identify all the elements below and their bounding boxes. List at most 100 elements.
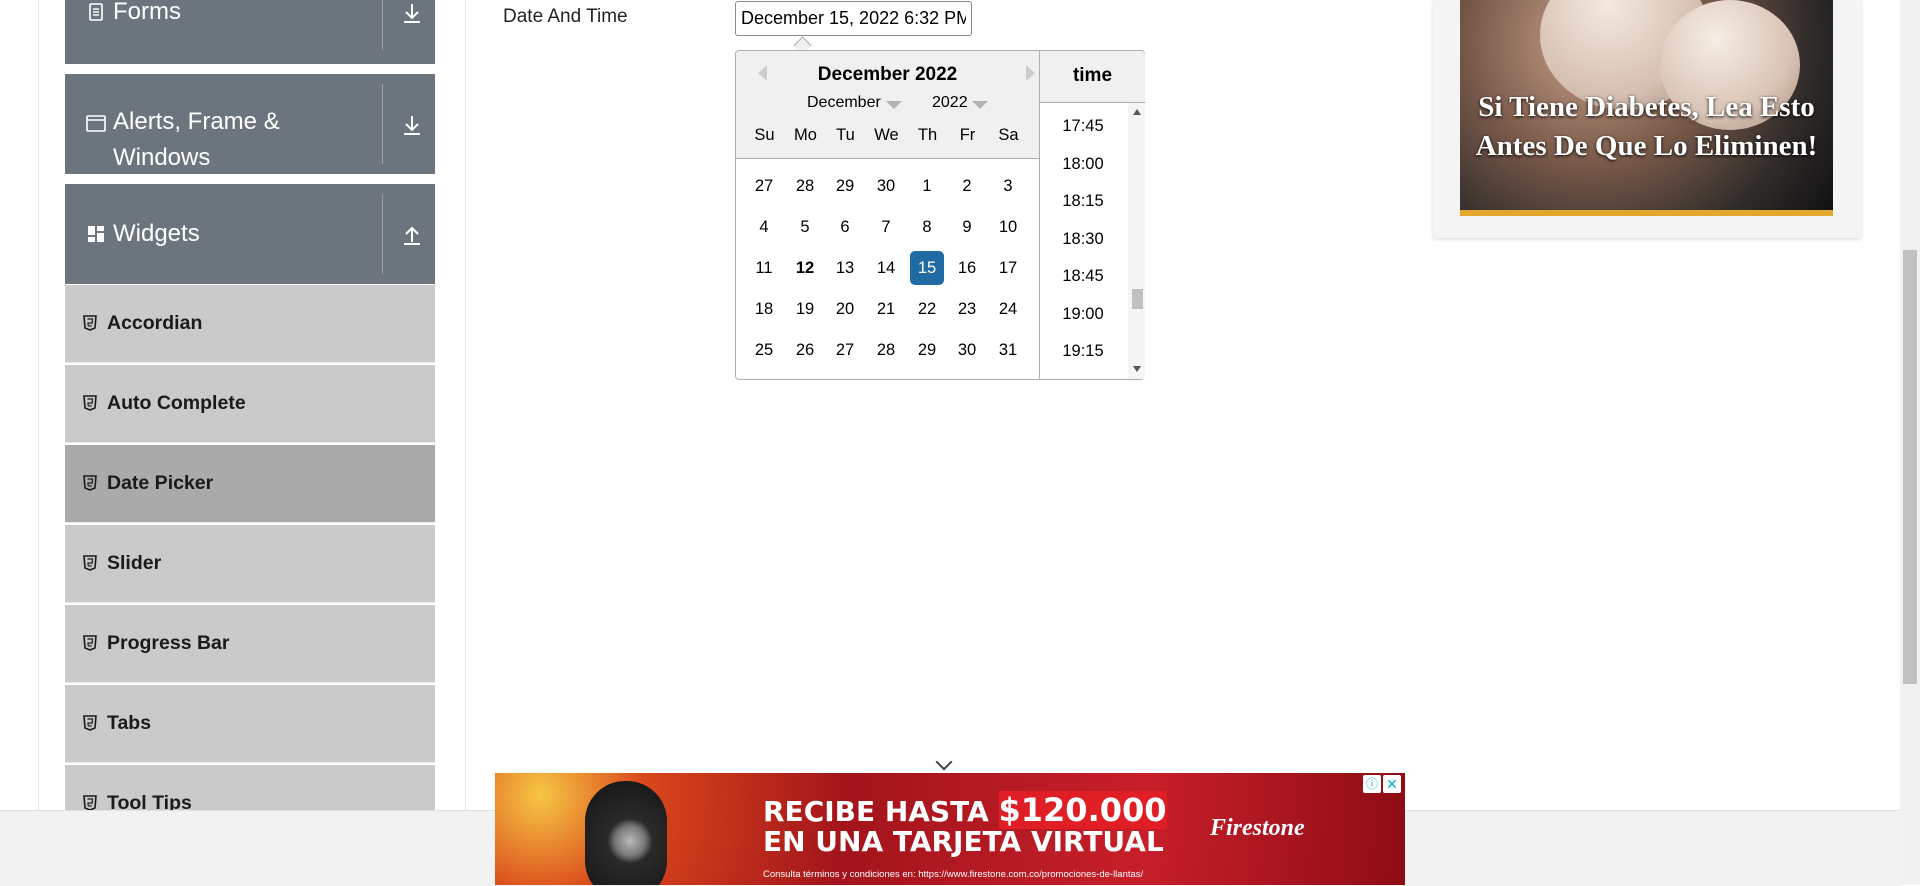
calendar-day[interactable]: 11 (747, 251, 781, 285)
year-select[interactable]: 2022 (932, 94, 968, 112)
sidebar-group-label: Forms (113, 0, 181, 25)
calendar-day[interactable]: 19 (788, 292, 822, 326)
sidebar-item-tabs[interactable]: Tabs (65, 685, 435, 763)
sidebar-item-accordian[interactable]: Accordian (65, 285, 435, 363)
calendar-day[interactable]: 8 (910, 210, 944, 244)
time-option[interactable]: 18:15 (1040, 192, 1126, 211)
scroll-up-icon[interactable] (1132, 108, 1142, 116)
bottom-advertisement[interactable]: RECIBE HASTA $120.000 EN UNA TARJETA VIR… (495, 773, 1405, 885)
time-option[interactable]: 19:00 (1040, 305, 1126, 324)
sidebar-item-slider[interactable]: Slider (65, 525, 435, 603)
calendar-day[interactable]: 24 (991, 292, 1025, 326)
sidebar-item-progress-bar[interactable]: Progress Bar (65, 605, 435, 683)
chevron-down-icon[interactable] (886, 101, 902, 109)
weekday-header: Sa (998, 126, 1019, 144)
calendar-day[interactable]: 5 (788, 210, 822, 244)
html5-icon (83, 555, 97, 571)
calendar-day[interactable]: 23 (950, 292, 984, 326)
calendar-day[interactable]: 28 (869, 333, 903, 367)
date-time-label: Date And Time (503, 6, 628, 27)
html5-icon (83, 795, 97, 811)
html5-icon (83, 475, 97, 491)
download-icon[interactable] (397, 0, 427, 28)
calendar-day[interactable]: 27 (747, 169, 781, 203)
ad-accent-bar (1460, 210, 1833, 216)
weekday-header: We (874, 126, 899, 144)
calendar-day[interactable]: 29 (828, 169, 862, 203)
date-time-input[interactable] (735, 1, 972, 36)
divider (382, 84, 383, 164)
sidebar-group-label: Widgets (113, 220, 200, 247)
calendar-day[interactable]: 7 (869, 210, 903, 244)
calendar-day[interactable]: 22 (910, 292, 944, 326)
page-scrollbar[interactable] (1900, 0, 1920, 885)
calendar-day[interactable]: 25 (747, 333, 781, 367)
time-option[interactable]: 17:45 (1040, 117, 1126, 136)
sidebar-group-forms[interactable]: Forms (65, 0, 435, 64)
calendar-day[interactable]: 29 (910, 333, 944, 367)
next-month-icon[interactable] (1026, 65, 1035, 81)
calendar-day[interactable]: 27 (828, 333, 862, 367)
time-option[interactable]: 19:15 (1040, 342, 1126, 361)
info-icon[interactable]: ⓘ (1363, 775, 1381, 793)
calendar-header: December 2022 December 2022 Su Mo Tu We … (736, 51, 1039, 159)
time-option[interactable]: 18:45 (1040, 267, 1126, 286)
calendar-day[interactable]: 28 (788, 169, 822, 203)
tire-image (585, 781, 667, 885)
calendar-day[interactable]: 18 (747, 292, 781, 326)
date-time-picker: December 2022 December 2022 Su Mo Tu We … (735, 50, 1145, 380)
scrollbar-thumb[interactable] (1132, 289, 1143, 309)
calendar-day[interactable]: 1 (910, 169, 944, 203)
html5-icon (83, 715, 97, 731)
calendar-day[interactable]: 13 (828, 251, 862, 285)
ad-amount: $120.000 (998, 791, 1167, 829)
calendar-day[interactable]: 10 (991, 210, 1025, 244)
calendar-day[interactable]: 15 (910, 251, 944, 285)
time-list-scrollbar[interactable] (1128, 103, 1145, 379)
divider (382, 194, 383, 274)
calendar-day[interactable]: 6 (828, 210, 862, 244)
download-icon[interactable] (397, 110, 427, 140)
sidebar-item-auto-complete[interactable]: Auto Complete (65, 365, 435, 443)
sidebar-item-label: Slider (107, 552, 162, 574)
weekday-header: Tu (836, 126, 855, 144)
scroll-down-icon[interactable] (1132, 365, 1142, 373)
close-icon[interactable]: ✕ (1383, 775, 1401, 793)
sidebar-item-date-picker[interactable]: Date Picker (65, 445, 435, 523)
calendar-day[interactable]: 16 (950, 251, 984, 285)
weekday-header: Su (754, 126, 775, 144)
time-option[interactable]: 18:00 (1040, 155, 1126, 174)
sidebar-item-label: Tabs (107, 712, 152, 734)
current-month-title: December 2022 (817, 64, 958, 85)
side-advertisement[interactable]: Si Tiene Diabetes, Lea Esto Antes De Que… (1433, 0, 1861, 238)
html5-icon (83, 395, 97, 411)
time-column: time 17:45 18:00 18:15 18:30 18:45 19:00 19:15 (1039, 51, 1145, 379)
ad-headline: Si Tiene Diabetes, Lea Esto Antes De Que… (1475, 91, 1818, 162)
chevron-down-icon[interactable] (972, 101, 988, 109)
calendar-day[interactable]: 14 (869, 251, 903, 285)
upload-icon[interactable] (397, 220, 427, 250)
document-icon (89, 3, 103, 21)
weekday-header: Mo (794, 126, 817, 144)
calendar-day[interactable]: 2 (950, 169, 984, 203)
sidebar-group-alerts[interactable]: Alerts, Frame & Windows (65, 74, 435, 174)
calendar-day[interactable]: 26 (788, 333, 822, 367)
calendar-day[interactable]: 4 (747, 210, 781, 244)
calendar-day[interactable]: 9 (950, 210, 984, 244)
scrollbar-thumb[interactable] (1903, 250, 1917, 684)
calendar-day[interactable]: 31 (991, 333, 1025, 367)
calendar-day[interactable]: 20 (828, 292, 862, 326)
weekday-header: Th (917, 126, 938, 144)
divider (382, 0, 383, 50)
calendar-day[interactable]: 3 (991, 169, 1025, 203)
calendar-day[interactable]: 21 (869, 292, 903, 326)
calendar-day[interactable]: 12 (788, 251, 822, 285)
sidebar-group-widgets[interactable]: Widgets (65, 184, 435, 284)
time-option[interactable]: 18:30 (1040, 230, 1126, 249)
calendar-day[interactable]: 17 (991, 251, 1025, 285)
chevron-down-icon[interactable] (935, 753, 953, 771)
month-select[interactable]: December (807, 94, 881, 112)
calendar-day[interactable]: 30 (869, 169, 903, 203)
time-header-label: time (1072, 65, 1113, 86)
calendar-day[interactable]: 30 (950, 333, 984, 367)
